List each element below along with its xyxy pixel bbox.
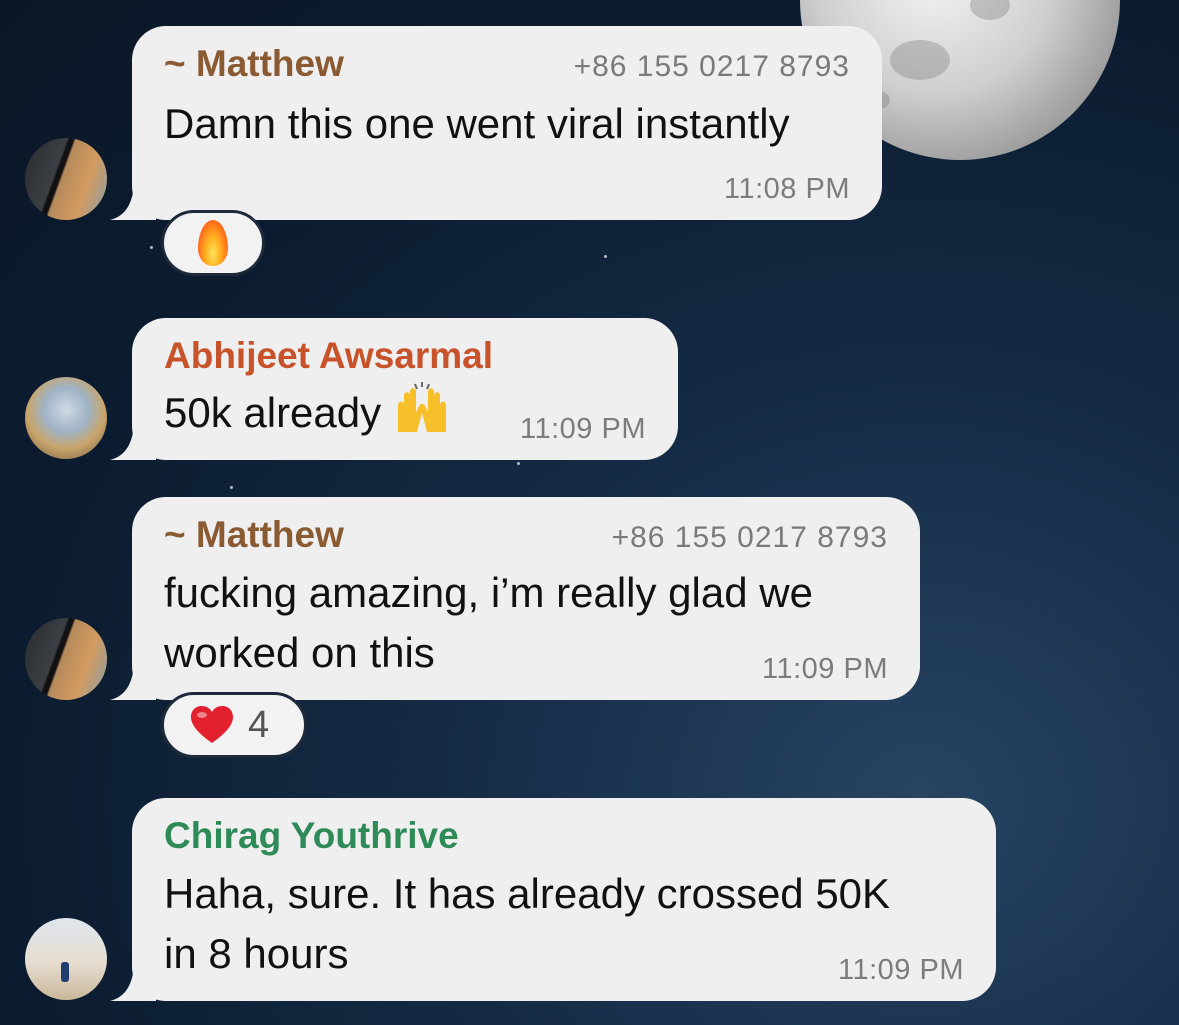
abhijeet-avatar[interactable] [25,377,107,459]
star [230,486,233,489]
message-timestamp: 11:09 PM [838,954,964,986]
message-bubble[interactable]: Chirag Youthrive Haha, sure. It has alre… [132,798,996,1001]
reaction-pill[interactable] [161,210,265,276]
red-heart-emoji-icon [190,705,234,745]
raising-hands-emoji-icon [393,382,451,450]
sender-name[interactable]: Abhijeet Awsarmal [164,334,646,378]
star [150,246,153,249]
bubble-tail [110,420,156,460]
sender-phone: +86 155 0217 8793 [573,50,850,83]
sender-name[interactable]: Chirag Youthrive [164,814,964,858]
bubble-tail [110,660,156,700]
bubble-tail [110,961,156,1001]
matthew-avatar[interactable] [25,618,107,700]
message-text: Haha, sure. It has already crossed 50K [164,870,891,917]
message-text: fucking amazing, i’m really glad we [164,569,813,616]
sender-phone: +86 155 0217 8793 [611,521,888,554]
message-timestamp: 11:09 PM [762,653,888,685]
bubble-tail [110,180,156,220]
message-timestamp: 11:09 PM [520,413,646,445]
star [517,462,520,465]
message-timestamp: 11:08 PM [724,173,850,205]
message-text: Damn this one went viral instantly [164,100,790,147]
star [604,255,607,258]
message-bubble[interactable]: ~ Matthew +86 155 0217 8793 fucking amaz… [132,497,920,700]
chirag-avatar[interactable] [25,918,107,1000]
message-text: 50k already [164,389,382,437]
matthew-avatar[interactable] [25,138,107,220]
reaction-pill[interactable]: 4 [161,692,307,758]
reaction-count: 4 [248,703,270,746]
fire-emoji-icon [198,220,228,266]
message-bubble[interactable]: ~ Matthew +86 155 0217 8793 Damn this on… [132,26,882,220]
message-bubble[interactable]: Abhijeet Awsarmal 50k already 11:09 PM [132,318,678,460]
